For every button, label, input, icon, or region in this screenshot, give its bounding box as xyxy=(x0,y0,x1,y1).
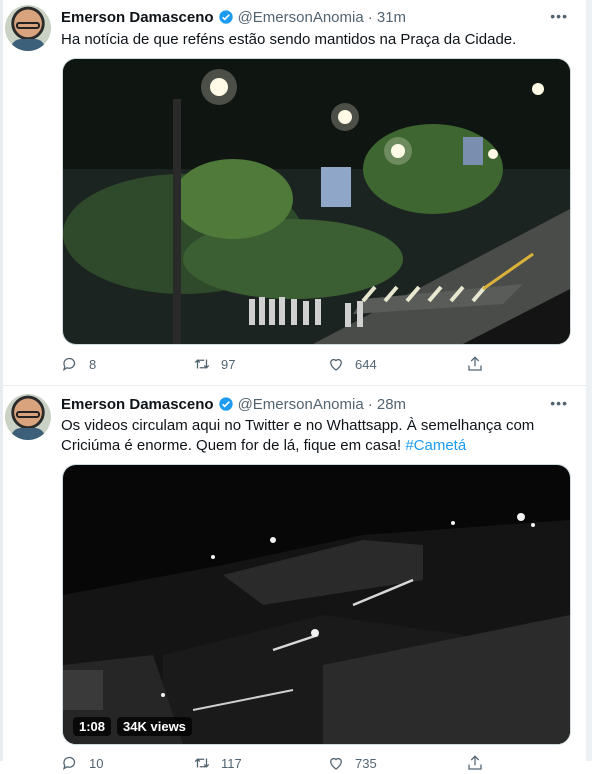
share-button[interactable] xyxy=(466,355,484,373)
retweet-icon xyxy=(194,359,210,369)
video-badges: 1:08 34K views xyxy=(73,717,192,736)
more-dots-icon[interactable]: ••• xyxy=(550,395,568,411)
glasses-shape xyxy=(16,411,40,418)
hashtag-link[interactable]: #Cametá xyxy=(405,437,466,454)
tweet-1[interactable]: Emerson Damasceno @EmersonAnomia · 31m •… xyxy=(0,0,586,385)
night-rooftops-video-frame xyxy=(63,465,570,744)
retweet-button[interactable]: 97 xyxy=(193,355,235,373)
tweet-header: Emerson Damasceno @EmersonAnomia · 28m xyxy=(61,393,406,415)
retweet-icon xyxy=(194,758,210,768)
scrollbar[interactable] xyxy=(586,0,592,761)
glasses-shape xyxy=(16,22,40,29)
night-square-photo xyxy=(63,59,570,344)
video-views: 34K views xyxy=(117,717,192,736)
author-name[interactable]: Emerson Damasceno xyxy=(61,9,214,26)
retweet-count: 117 xyxy=(221,755,242,771)
tweet-text-line-2-body: Criciúma é enorme. Quem for de lá, fique… xyxy=(61,437,402,454)
reply-icon xyxy=(62,357,76,372)
tweet-photo[interactable] xyxy=(62,58,571,345)
like-count: 644 xyxy=(355,356,377,372)
share-icon xyxy=(468,356,482,371)
avatar[interactable] xyxy=(5,5,51,51)
tweet-text-line-2: Criciúma é enorme. Quem for de lá, fique… xyxy=(61,436,561,456)
retweet-button[interactable]: 117 xyxy=(193,754,242,772)
author-handle[interactable]: @EmersonAnomia xyxy=(238,9,364,26)
tweet-text: Os videos circulam aqui no Twitter e no … xyxy=(61,416,561,456)
verified-badge-icon xyxy=(218,10,233,24)
tweet-text: Ha notícia de que reféns estão sendo man… xyxy=(61,31,517,48)
reply-icon xyxy=(62,756,76,771)
shirt-shape xyxy=(11,39,45,51)
tweet-header: Emerson Damasceno @EmersonAnomia · 31m xyxy=(61,6,406,28)
like-button[interactable]: 735 xyxy=(327,754,377,772)
like-button[interactable]: 644 xyxy=(327,355,377,373)
tweet-time[interactable]: · 28m xyxy=(368,396,406,413)
tweet-actions: 10 117 735 xyxy=(61,754,531,774)
reply-button[interactable]: 8 xyxy=(61,355,96,373)
reply-count: 10 xyxy=(89,755,104,771)
share-icon xyxy=(468,755,482,770)
reply-button[interactable]: 10 xyxy=(61,754,103,772)
tweet-time[interactable]: · 31m xyxy=(368,9,406,26)
tweet-2[interactable]: Emerson Damasceno @EmersonAnomia · 28m •… xyxy=(0,386,586,771)
retweet-count: 97 xyxy=(221,356,236,372)
tweet-text-line-1: Os videos circulam aqui no Twitter e no … xyxy=(61,417,535,434)
shirt-shape xyxy=(11,428,45,440)
like-count: 735 xyxy=(355,755,377,771)
heart-icon xyxy=(330,358,342,371)
tweet-video[interactable]: 1:08 34K views xyxy=(62,464,571,745)
reply-count: 8 xyxy=(89,356,97,372)
author-handle[interactable]: @EmersonAnomia xyxy=(238,396,364,413)
more-dots-icon[interactable]: ••• xyxy=(550,8,568,24)
video-duration: 1:08 xyxy=(73,717,112,736)
heart-icon xyxy=(330,757,342,770)
avatar[interactable] xyxy=(5,394,51,440)
tweet-actions: 8 97 644 xyxy=(61,355,531,375)
verified-badge-icon xyxy=(218,397,233,411)
author-name[interactable]: Emerson Damasceno xyxy=(61,396,214,413)
share-button[interactable] xyxy=(466,754,484,772)
